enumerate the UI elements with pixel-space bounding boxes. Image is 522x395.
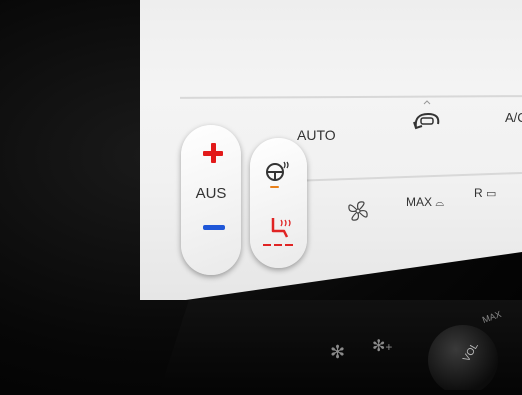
rear-defrost-label: R [474,186,483,200]
windshield-defrost-icon: ⌓ [435,197,445,209]
console-fan-icon: ✻ [372,338,386,355]
rear-defrost-button[interactable]: R ▭ [474,186,496,200]
physical-console: ✻ ✻+ MAX VOL [160,300,522,390]
volume-label: VOL [461,341,481,364]
seat-heat-level-1 [263,244,271,246]
max-defrost-button[interactable]: MAX ⌓ [406,195,444,210]
console-fan-down-icon[interactable]: ✻ [330,342,345,363]
heated-seat-icon[interactable] [267,216,293,240]
rear-window-defrost-icon: ▭ [486,188,497,200]
console-max-label[interactable]: MAX [481,309,503,325]
steering-heat-level [270,186,279,188]
auto-button[interactable]: AUTO [297,127,336,143]
ac-button[interactable]: A/C [505,110,522,125]
max-defrost-label: MAX [406,195,433,209]
air-recirculation-icon[interactable] [412,100,442,134]
volume-knob[interactable]: VOL [428,325,498,390]
heat-control [250,138,307,268]
heated-steering-wheel-icon[interactable] [265,160,291,182]
console-fan-label: + [385,340,393,354]
temperature-control: AUS [181,125,241,275]
seat-heat-level-3 [285,244,293,246]
seat-heat-level-2 [274,244,282,246]
climate-off-button[interactable]: AUS [181,185,241,202]
plus-icon[interactable] [203,143,223,163]
fan-icon[interactable] [347,200,369,222]
console-fan-up-button[interactable]: ✻+ [372,336,392,356]
minus-icon[interactable] [203,225,225,230]
